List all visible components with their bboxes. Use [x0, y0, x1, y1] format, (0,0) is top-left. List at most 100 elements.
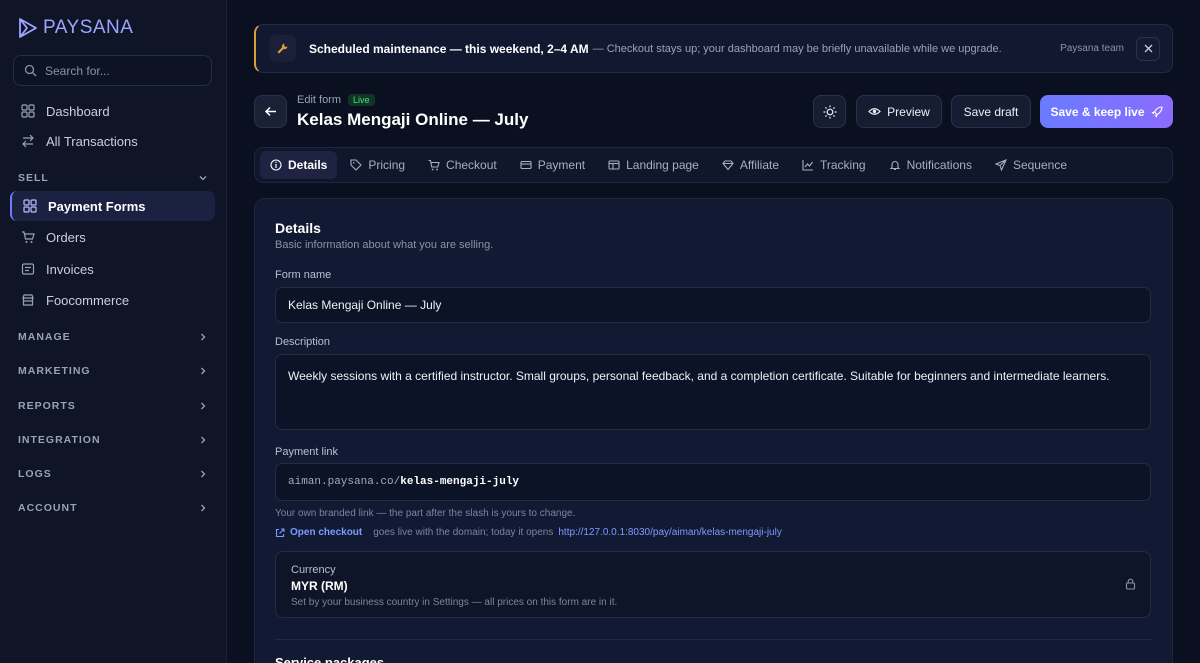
tab-label: Checkout [446, 158, 497, 172]
section-label: INTEGRATION [18, 434, 101, 446]
section-divider [275, 639, 1151, 640]
close-icon [1144, 44, 1152, 53]
section-logs[interactable]: LOGS [18, 468, 208, 480]
tab-label: Tracking [820, 158, 866, 172]
chevron-right-icon [201, 367, 206, 375]
sidebar-item-foocommerce[interactable]: Foocommerce [10, 285, 215, 315]
card-icon [520, 160, 532, 170]
payment-link-input[interactable]: aiman.paysana.co/kelas-mengaji-july [275, 463, 1151, 501]
tag-icon [350, 159, 363, 171]
preview-label: Preview [887, 104, 930, 119]
section-label: MANAGE [18, 331, 71, 343]
banner-close-button[interactable] [1136, 36, 1160, 61]
description-textarea[interactable]: Weekly sessions with a certified instruc… [275, 354, 1151, 430]
sidebar-item-label: Payment Forms [48, 198, 146, 214]
sidebar-item-all-transactions[interactable]: All Transactions [10, 126, 215, 156]
save-draft-label: Save draft [963, 104, 1019, 119]
currency-box: Currency MYR (RM) Set by your business c… [275, 551, 1151, 618]
sidebar-item-label: Dashboard [46, 103, 110, 119]
tab-sequence[interactable]: Sequence [985, 151, 1077, 179]
tab-label: Details [288, 158, 328, 172]
tab-pricing[interactable]: Pricing [340, 151, 415, 179]
save-draft-button[interactable]: Save draft [951, 95, 1031, 128]
tab-tracking[interactable]: Tracking [792, 151, 876, 179]
tab-payment[interactable]: Payment [510, 151, 595, 179]
section-account[interactable]: ACCOUNT [18, 502, 208, 514]
tab-notifications[interactable]: Notifications [879, 151, 982, 179]
tab-affiliate[interactable]: Affiliate [712, 151, 789, 179]
tab-details[interactable]: Details [260, 151, 338, 179]
sidebar-item-orders[interactable]: Orders [10, 222, 215, 252]
arrow-left-icon [264, 106, 276, 117]
search-input[interactable] [45, 63, 195, 78]
sidebar-item-payment-forms[interactable]: Payment Forms [10, 191, 215, 221]
chevron-right-icon [201, 504, 206, 512]
banner-title: Scheduled maintenance — this weekend, 2–… [309, 41, 589, 56]
form-name-input[interactable]: Kelas Mengaji Online — July [275, 287, 1151, 323]
edit-form-label: Edit form Live [297, 94, 375, 106]
sidebar-item-label: Foocommerce [46, 292, 130, 308]
chevron-right-icon [201, 333, 206, 341]
section-reports[interactable]: REPORTS [18, 400, 208, 412]
chevron-down-icon [199, 176, 207, 181]
back-button[interactable] [254, 95, 287, 128]
chart-icon [802, 160, 813, 171]
theme-toggle-button[interactable] [813, 95, 846, 128]
save-keep-live-button[interactable]: Save & keep live [1040, 95, 1173, 128]
edit-label-text: Edit form [297, 94, 342, 106]
section-label: SELL [18, 172, 49, 184]
tab-landing-page[interactable]: Landing page [598, 151, 709, 179]
section-label: ACCOUNT [18, 502, 78, 514]
page-title: Kelas Mengaji Online — July [297, 110, 529, 129]
sidebar: PAYSANA Dashboard All Transactions SELL … [0, 0, 227, 663]
search-box[interactable] [13, 55, 212, 86]
search-icon [24, 64, 37, 77]
open-checkout-link[interactable]: Open checkout [290, 527, 362, 538]
chevron-right-icon [201, 436, 206, 444]
checkout-url-link[interactable]: http://127.0.0.1:8030/pay/aiman/kelas-me… [558, 527, 781, 538]
section-sell[interactable]: SELL [18, 172, 208, 184]
section-marketing[interactable]: MARKETING [18, 365, 208, 377]
tab-label: Landing page [626, 158, 699, 172]
payment-link-hint: Your own branded link — the part after t… [275, 508, 576, 519]
paysana-logo-icon [19, 18, 37, 38]
info-icon [270, 159, 282, 171]
banner-team: Paysana team [1060, 43, 1124, 54]
section-title: Details [275, 220, 321, 236]
section-integration[interactable]: INTEGRATION [18, 434, 208, 446]
tab-label: Affiliate [739, 158, 779, 172]
tab-label: Payment [537, 158, 586, 172]
status-badge: Live [348, 94, 375, 106]
layout-icon [608, 160, 620, 170]
currency-note: Set by your business country in Settings… [291, 597, 618, 608]
cart-icon [428, 159, 440, 171]
tab-label: Sequence [1012, 158, 1067, 172]
invoice-icon [21, 263, 35, 275]
tab-label: Pricing [368, 158, 406, 172]
section-manage[interactable]: MANAGE [18, 331, 208, 343]
sidebar-item-label: All Transactions [46, 133, 138, 149]
cart-icon [22, 231, 35, 243]
chevron-right-icon [201, 470, 206, 478]
open-checkout-row: Open checkout goes live with the domain;… [275, 527, 782, 538]
payment-link-label: Payment link [275, 446, 338, 458]
wrench-icon [269, 35, 296, 62]
form-tabs: Details Pricing Checkout Payment Landing… [254, 147, 1173, 183]
brand-name: PAYSANA [43, 17, 134, 38]
maintenance-banner: Scheduled maintenance — this weekend, 2–… [254, 24, 1173, 73]
grid-icon [23, 199, 37, 213]
rocket-icon [1150, 105, 1163, 118]
brand-logo[interactable]: PAYSANA [17, 16, 133, 40]
eye-icon [868, 108, 882, 115]
gem-icon [722, 160, 734, 171]
sidebar-item-invoices[interactable]: Invoices [10, 254, 215, 284]
section-label: MARKETING [18, 365, 91, 377]
lock-icon [1125, 578, 1136, 590]
sidebar-item-dashboard[interactable]: Dashboard [10, 96, 215, 126]
transfer-icon [22, 134, 34, 148]
tab-checkout[interactable]: Checkout [418, 151, 507, 179]
link-prefix: aiman.paysana.co/ [288, 476, 401, 488]
preview-button[interactable]: Preview [856, 95, 942, 128]
send-icon [994, 159, 1007, 171]
link-slug[interactable]: kelas-mengaji-july [400, 476, 519, 488]
